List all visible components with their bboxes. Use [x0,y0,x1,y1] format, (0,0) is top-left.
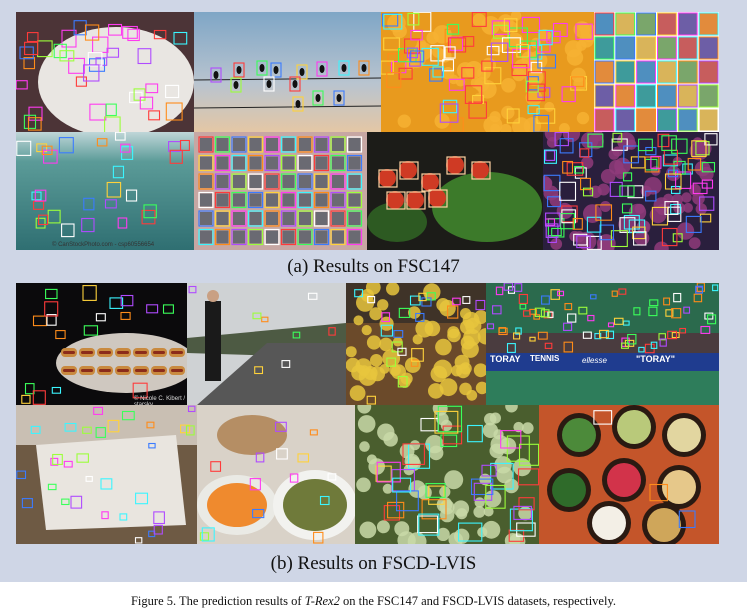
object-blob [482,520,501,539]
object-blob [460,335,475,350]
image-road [187,283,346,405]
object-blob [377,299,389,311]
object-blob [473,506,486,518]
image-salad-plates [539,405,719,544]
object-blob [466,389,478,401]
object-blob [394,521,410,537]
object-blob [435,338,452,356]
object-blob [357,415,376,433]
watermark-kibert: © Nicole C. Kibert / starsky [134,396,186,405]
object-blob [382,483,393,494]
image-carrots [197,405,355,544]
object-blob [447,328,461,343]
object-blob [454,528,470,544]
caption-section-b: (b) Results on FSCD-LVIS [270,553,477,574]
caption-model: T-Rex2 [304,594,340,608]
object-blob [356,477,371,493]
object-blob [383,432,398,447]
object-blob [424,320,441,337]
object-blob [460,308,472,320]
object-blob [359,441,370,452]
object-blob [452,500,470,517]
object-blob [346,346,357,358]
image-tennis: TORAY TENNIS ellesse "TORAY" [486,283,719,405]
image-veg-closeup [355,405,539,544]
object-blob [444,470,464,490]
object-blob [359,521,377,539]
object-blob [428,383,444,399]
object-blob [370,366,386,382]
figure-caption: Figure 5. The prediction results of T-Re… [0,594,747,609]
caption-pre: The prediction results of [176,594,305,608]
object-blob [379,337,393,352]
image-fruit-stand [346,283,486,405]
object-blob [494,456,512,474]
object-blob [376,520,390,534]
object-blob [366,335,382,350]
banner-ellesse: ellesse [582,356,607,365]
banner-toray-2: "TORAY" [636,354,676,364]
object-blob [361,325,372,336]
caption-label: Figure 5. [130,594,177,608]
object-blob [433,359,453,379]
object-blob [518,506,533,521]
object-blob [370,354,383,367]
object-blob [504,478,519,494]
object-blob [412,334,423,345]
object-blob [484,413,497,426]
banner-toray: TORAY [490,354,521,364]
object-blob [409,440,421,451]
object-blob [465,317,482,334]
figure-grid-b: © Nicole C. Kibert / starsky TORAY TENNI… [0,0,747,582]
object-blob [440,419,453,432]
object-blob [459,362,472,375]
image-hotdogs: © Nicole C. Kibert / starsky [16,283,187,405]
object-blob [522,422,534,434]
caption-post: on the FSC147 and FSCD-LVIS datasets, re… [339,594,617,608]
object-blob [428,445,444,461]
object-blob [353,315,364,326]
banner-tennis: TENNIS [530,354,560,363]
object-blob [349,385,366,401]
image-food-tray [16,405,197,544]
